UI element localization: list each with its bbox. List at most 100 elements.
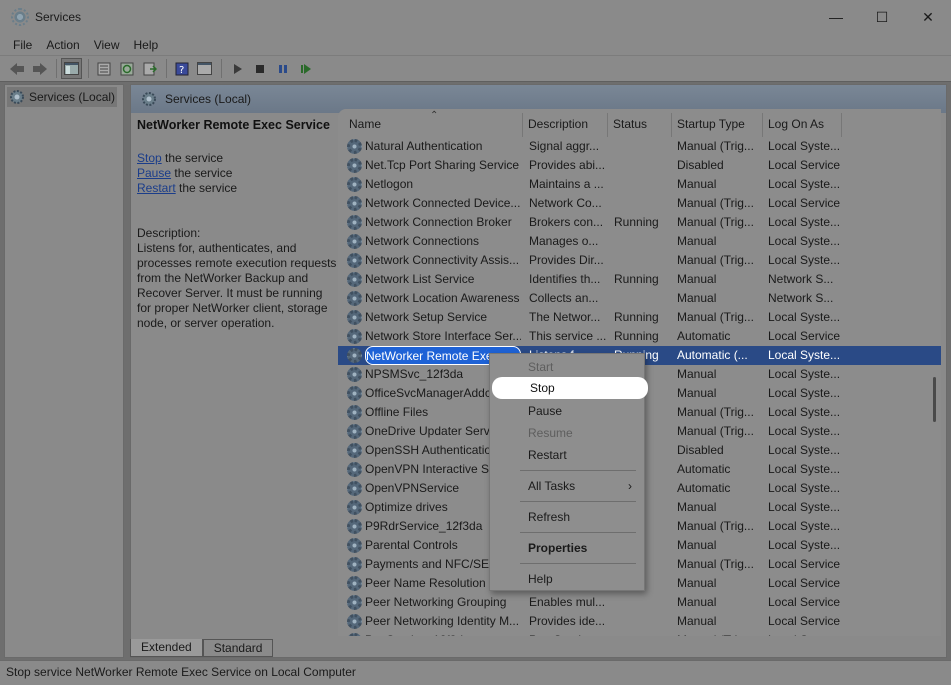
services-gear-icon [11,8,29,26]
table-row[interactable]: Network Connected Device... Network Co...… [338,194,941,213]
tree-item-services-local[interactable]: Services (Local) [7,87,117,107]
cell-description: Provides abi... [529,158,606,172]
table-row[interactable]: Peer Networking Identity M... Provides id… [338,612,941,631]
tree-item-label: Services (Local) [29,90,116,104]
show-list-button[interactable] [93,58,114,79]
cell-log-on-as: Local Syste... [768,481,841,495]
context-menu-refresh[interactable]: Refresh [490,507,646,527]
table-row[interactable]: Network Store Interface Ser... This servi… [338,327,941,346]
restart-service-button[interactable] [295,58,316,79]
cell-startup-type: Manual [677,500,717,514]
tab-standard[interactable]: Standard [202,639,274,657]
cell-name: Network Connectivity Assis... [365,253,520,267]
minimize-button[interactable]: — [813,0,859,34]
column-header-startup-type[interactable]: Startup Type [672,113,763,137]
maximize-button[interactable]: ☐ [859,0,905,34]
cell-log-on-as: Local Syste... [768,500,841,514]
context-menu-stop[interactable]: Stop [492,377,648,399]
properties-button[interactable] [194,58,215,79]
cell-log-on-as: Local Service [768,614,841,628]
cell-name: Net.Tcp Port Sharing Service [365,158,520,172]
cell-startup-type: Manual [677,367,717,381]
service-gear-icon [347,481,362,496]
vertical-scrollbar[interactable] [933,377,936,422]
start-service-button[interactable] [226,58,247,79]
table-row[interactable]: Network Location Awareness Collects an...… [338,289,941,308]
context-menu-restart[interactable]: Restart [490,445,646,465]
refresh-button[interactable] [116,58,137,79]
menu-help[interactable]: Help [127,38,166,52]
service-gear-icon [347,329,362,344]
table-row[interactable]: Net.Tcp Port Sharing Service Provides abi… [338,156,941,175]
menu-file[interactable]: File [6,38,39,52]
table-row[interactable]: Netlogon Maintains a ... Manual Local Syste… [338,175,941,194]
cell-log-on-as: Local Syste... [768,348,841,362]
cell-log-on-as: Local Syste... [768,253,841,267]
service-gear-icon [347,614,362,629]
cell-startup-type: Automatic (... [677,348,748,362]
cell-startup-type: Manual (Trig... [677,424,754,438]
tab-extended[interactable]: Extended [130,639,203,657]
service-gear-icon [347,196,362,211]
table-row[interactable]: Network Connection Broker Brokers con... R… [338,213,941,232]
stop-service-button[interactable] [249,58,270,79]
cell-startup-type: Manual (Trig... [677,557,754,571]
back-button[interactable] [6,58,27,79]
service-gear-icon [347,633,362,636]
service-gear-icon [347,139,362,154]
table-row[interactable]: Network Setup Service The Networ... Runnin… [338,308,941,327]
cell-startup-type: Disabled [677,443,724,457]
cell-description: Signal aggr... [529,139,600,153]
context-menu-help[interactable]: Help [490,569,646,589]
cell-log-on-as: Local Syste... [768,631,843,636]
context-menu-resume[interactable]: Resume [490,423,646,443]
cell-status [614,137,670,156]
cell-startup-type: Manual (Trig... [677,519,754,533]
menu-view[interactable]: View [87,38,127,52]
table-row[interactable]: PenService_12f3da Pen Service Manual (Trig… [338,631,941,636]
cell-status [614,593,670,612]
pause-service-button[interactable] [272,58,293,79]
forward-arrow-icon [32,62,47,75]
stop-service-link[interactable]: Stop [137,151,162,165]
restart-service-link[interactable]: Restart [137,181,176,195]
cell-log-on-as: Network S... [768,272,834,286]
context-menu-start[interactable]: Start [490,357,646,377]
table-row[interactable]: Network List Service Identifies th... Runn… [338,270,941,289]
service-gear-icon [347,519,362,534]
cell-log-on-as: Local Syste... [768,386,841,400]
menu-action[interactable]: Action [39,38,86,52]
context-menu-pause[interactable]: Pause [490,401,646,421]
service-gear-icon [347,576,362,591]
help-button[interactable]: ? [171,58,192,79]
pause-service-link[interactable]: Pause [137,166,171,180]
cell-description: Maintains a ... [529,177,604,191]
table-row[interactable]: Natural Authentication Signal aggr... Manu… [338,137,941,156]
console-tree-button[interactable] [61,58,82,79]
cell-description: Brokers con... [529,215,604,229]
console-tree-icon [64,62,79,75]
cell-startup-type: Manual (Trig... [677,405,754,419]
table-row[interactable]: Network Connectivity Assis... Provides Di… [338,251,941,270]
column-header-log-on-as[interactable]: Log On As [763,113,842,137]
cell-log-on-as: Local Syste... [768,367,841,381]
cell-log-on-as: Local Service [768,576,841,590]
cell-description: Provides Dir... [529,253,604,267]
pause-suffix: the service [171,166,233,180]
context-menu-properties[interactable]: Properties [490,538,646,558]
table-row[interactable]: Network Connections Manages o... Manual Loc… [338,232,941,251]
table-row[interactable]: Peer Networking Grouping Enables mul... Ma… [338,593,941,612]
close-button[interactable]: ✕ [905,0,951,34]
column-header-name[interactable]: Name [344,113,523,137]
column-header-status[interactable]: Status [608,113,672,137]
export-button[interactable] [139,58,160,79]
service-gear-icon [347,557,362,572]
cell-description: Collects an... [529,291,599,305]
column-header-description[interactable]: Description [523,113,608,137]
cell-name: Netlogon [365,177,414,191]
status-bar: Stop service NetWorker Remote Exec Servi… [0,660,951,685]
cell-log-on-as: Local Syste... [768,139,841,153]
context-menu-all-tasks[interactable]: All Tasks › [490,476,646,496]
service-gear-icon [347,424,362,439]
forward-button[interactable] [29,58,50,79]
